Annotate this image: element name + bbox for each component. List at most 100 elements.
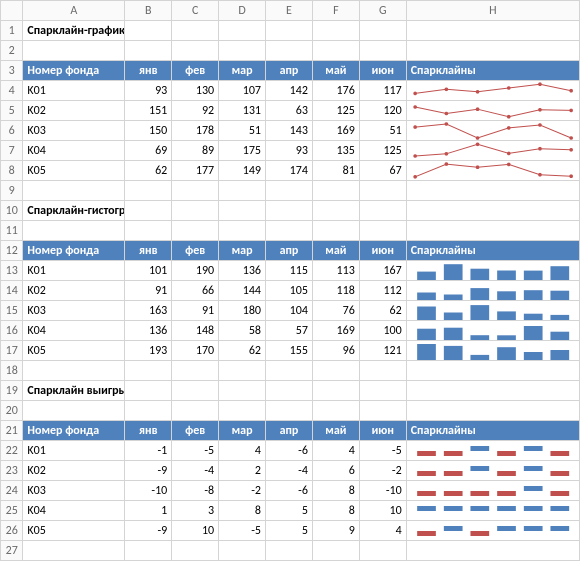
cell-D6[interactable]: 51 <box>219 121 266 141</box>
row-header-15[interactable]: 15 <box>1 301 23 321</box>
cell-D4[interactable]: 107 <box>219 81 266 101</box>
cell-D15[interactable]: 180 <box>219 301 266 321</box>
cell-G1[interactable] <box>359 21 406 41</box>
cell-E14[interactable]: 105 <box>266 281 313 301</box>
cell-A25[interactable]: K04 <box>23 501 125 521</box>
cell-H2[interactable] <box>406 41 579 61</box>
row-header-22[interactable]: 22 <box>1 441 23 461</box>
cell-D20[interactable] <box>219 401 266 421</box>
cell-F5[interactable]: 125 <box>312 101 359 121</box>
cell-A22[interactable]: K01 <box>23 441 125 461</box>
cell-A7[interactable]: K04 <box>23 141 125 161</box>
cell-C4[interactable]: 130 <box>172 81 219 101</box>
cell-A1[interactable]: Спарклайн-график <box>23 21 125 41</box>
cell-C8[interactable]: 177 <box>172 161 219 181</box>
cell-H5[interactable] <box>406 101 579 121</box>
cell-C23[interactable]: -4 <box>172 461 219 481</box>
cell-H22[interactable] <box>406 441 579 461</box>
cell-F9[interactable] <box>312 181 359 201</box>
cell-B8[interactable]: 62 <box>125 161 172 181</box>
cell-G27[interactable] <box>359 541 406 561</box>
cell-A11[interactable] <box>23 221 125 241</box>
cell-F21[interactable]: май <box>312 421 359 441</box>
cell-E22[interactable]: -6 <box>266 441 313 461</box>
cell-B24[interactable]: -10 <box>125 481 172 501</box>
cell-E24[interactable]: -6 <box>266 481 313 501</box>
cell-H20[interactable] <box>406 401 579 421</box>
cell-E2[interactable] <box>266 41 313 61</box>
cell-E16[interactable]: 57 <box>266 321 313 341</box>
cell-F7[interactable]: 135 <box>312 141 359 161</box>
cell-H23[interactable] <box>406 461 579 481</box>
cell-C22[interactable]: -5 <box>172 441 219 461</box>
cell-C14[interactable]: 66 <box>172 281 219 301</box>
cell-G25[interactable]: 10 <box>359 501 406 521</box>
cell-D25[interactable]: 8 <box>219 501 266 521</box>
cell-H10[interactable] <box>406 201 579 221</box>
cell-H27[interactable] <box>406 541 579 561</box>
column-header-A[interactable]: A <box>23 1 125 21</box>
cell-G8[interactable]: 67 <box>359 161 406 181</box>
column-header-H[interactable]: H <box>406 1 579 21</box>
cell-H8[interactable] <box>406 161 579 181</box>
cell-G5[interactable]: 120 <box>359 101 406 121</box>
cell-B9[interactable] <box>125 181 172 201</box>
cell-A23[interactable]: K02 <box>23 461 125 481</box>
cell-C21[interactable]: фев <box>172 421 219 441</box>
cell-H12[interactable]: Спарклайны <box>406 241 579 261</box>
cell-F16[interactable]: 169 <box>312 321 359 341</box>
row-header-3[interactable]: 3 <box>1 61 23 81</box>
cell-E9[interactable] <box>266 181 313 201</box>
cell-C27[interactable] <box>172 541 219 561</box>
cell-A19[interactable]: Спарклайн выигрыша/проигрыша <box>23 381 125 401</box>
cell-A3[interactable]: Номер фонда <box>23 61 125 81</box>
cell-C20[interactable] <box>172 401 219 421</box>
cell-G26[interactable]: 4 <box>359 521 406 541</box>
cell-C17[interactable]: 170 <box>172 341 219 361</box>
row-header-14[interactable]: 14 <box>1 281 23 301</box>
cell-C12[interactable]: фев <box>172 241 219 261</box>
cell-D10[interactable] <box>219 201 266 221</box>
row-header-25[interactable]: 25 <box>1 501 23 521</box>
cell-B2[interactable] <box>125 41 172 61</box>
cell-H14[interactable] <box>406 281 579 301</box>
cell-E5[interactable]: 63 <box>266 101 313 121</box>
cell-E11[interactable] <box>266 221 313 241</box>
cell-D26[interactable]: -5 <box>219 521 266 541</box>
cell-E25[interactable]: 5 <box>266 501 313 521</box>
cell-D8[interactable]: 149 <box>219 161 266 181</box>
cell-D5[interactable]: 131 <box>219 101 266 121</box>
cell-G4[interactable]: 117 <box>359 81 406 101</box>
cell-C10[interactable] <box>172 201 219 221</box>
cell-C13[interactable]: 190 <box>172 261 219 281</box>
select-all-corner[interactable] <box>1 1 23 21</box>
cell-B26[interactable]: -9 <box>125 521 172 541</box>
cell-C1[interactable] <box>172 21 219 41</box>
cell-D12[interactable]: мар <box>219 241 266 261</box>
cell-G3[interactable]: июн <box>359 61 406 81</box>
row-header-17[interactable]: 17 <box>1 341 23 361</box>
cell-B16[interactable]: 136 <box>125 321 172 341</box>
cell-C7[interactable]: 89 <box>172 141 219 161</box>
cell-A20[interactable] <box>23 401 125 421</box>
cell-A8[interactable]: K05 <box>23 161 125 181</box>
cell-E12[interactable]: апр <box>266 241 313 261</box>
row-header-4[interactable]: 4 <box>1 81 23 101</box>
cell-G17[interactable]: 121 <box>359 341 406 361</box>
row-header-1[interactable]: 1 <box>1 21 23 41</box>
cell-G15[interactable]: 62 <box>359 301 406 321</box>
cell-D27[interactable] <box>219 541 266 561</box>
cell-C26[interactable]: 10 <box>172 521 219 541</box>
cell-A26[interactable]: K05 <box>23 521 125 541</box>
row-header-16[interactable]: 16 <box>1 321 23 341</box>
cell-F4[interactable]: 176 <box>312 81 359 101</box>
cell-F18[interactable] <box>312 361 359 381</box>
cell-E23[interactable]: -4 <box>266 461 313 481</box>
cell-F12[interactable]: май <box>312 241 359 261</box>
cell-E15[interactable]: 104 <box>266 301 313 321</box>
cell-B11[interactable] <box>125 221 172 241</box>
cell-C2[interactable] <box>172 41 219 61</box>
cell-G16[interactable]: 100 <box>359 321 406 341</box>
cell-E26[interactable]: 5 <box>266 521 313 541</box>
cell-G10[interactable] <box>359 201 406 221</box>
